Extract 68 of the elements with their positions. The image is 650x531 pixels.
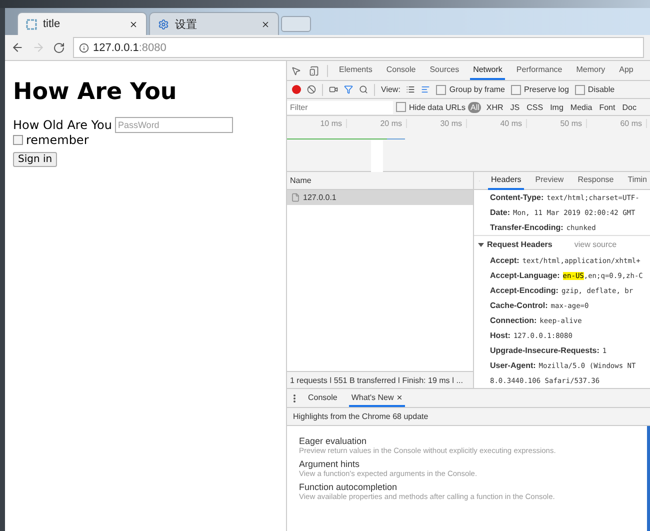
gear-icon [158,18,169,30]
checkbox-label: remember [26,133,89,147]
status-summary: 1 requests ǀ 551 B transferred ǀ Finish: 19 ms ǀ ... [287,371,473,388]
feature-title: Eager evaluation [299,436,368,446]
clear-icon[interactable] [307,85,316,94]
feature-title: Argument hints [299,459,361,469]
view-source-link[interactable]: view source [574,240,617,249]
inspect-icon[interactable] [291,66,301,76]
sign-in-button[interactable]: Sign in [13,152,58,167]
browser-tab[interactable]: title [17,12,147,35]
section-header[interactable]: Request Headers [478,240,552,249]
option-checkbox[interactable] [511,84,521,94]
time-tick-label: 20 ms [347,118,407,128]
request-row[interactable]: 127.0.0.1 [287,190,473,205]
back-icon[interactable] [11,41,24,54]
devtools-tab[interactable]: App [616,61,636,80]
filter-icon[interactable] [344,85,353,94]
type-filter-button[interactable]: XHR [484,102,506,112]
info-icon [79,42,89,52]
type-filter-button[interactable]: Media [568,102,594,112]
more-icon[interactable] [293,394,296,402]
type-filter-button[interactable]: All [468,102,482,112]
view-label: View: [381,85,400,94]
name-column-header: Name [287,172,473,190]
remember-checkbox[interactable] [13,135,23,145]
filter-field[interactable]: Filter [287,100,393,114]
address-bar[interactable]: 127.0.0.1:8080 [73,37,644,58]
devtools-tab[interactable]: Memory [573,61,608,80]
time-tick-label: 10 ms [287,118,347,128]
option-checkbox[interactable] [436,84,446,94]
record-button[interactable] [292,85,301,94]
devtools-tab[interactable]: Elements [336,61,376,80]
details-tab[interactable]: Preview [532,172,567,190]
type-filter-button[interactable]: Doc [620,102,638,112]
hide-data-urls-checkbox[interactable] [396,102,406,112]
drawer-tab[interactable]: Console [306,390,340,406]
search-icon[interactable] [359,85,368,94]
option-label: Hide data URLs [409,102,466,112]
page-heading: How Are You [13,79,178,105]
reload-icon[interactable] [53,42,65,54]
feature-title: Function autocompletion [299,482,398,492]
devtools-tab[interactable]: Performance [513,61,566,80]
highlights-banner: Highlights from the Chrome 68 update [287,408,650,426]
option-label: Preserve log [524,85,569,94]
type-filter-button[interactable]: Font [597,102,618,112]
device-icon[interactable] [309,66,319,76]
details-tab[interactable]: Timin [624,172,650,190]
time-tick-label: 30 ms [407,118,467,128]
browser-tab[interactable]: 设置 [149,12,279,35]
password-field[interactable]: PassWord [114,117,233,133]
time-tick-label: 60 ms [587,118,647,128]
waterfall-icon[interactable] [421,85,430,94]
devtools-tab[interactable]: Console [383,61,419,80]
list-icon[interactable] [406,85,416,94]
type-filter-button[interactable]: JS [508,102,522,112]
type-filter-button[interactable]: CSS [524,102,546,112]
field-label: How Old Are You [13,118,112,132]
time-tick-label: 40 ms [467,118,527,128]
option-label: Group by frame [449,85,505,94]
details-tab[interactable]: Headers [488,172,524,190]
time-tick-label: 50 ms [527,118,587,128]
camera-icon[interactable] [329,85,338,94]
devtools-tab[interactable]: Sources [426,61,462,80]
option-checkbox[interactable] [574,84,585,94]
option-label: Disable [588,85,615,94]
details-tab[interactable]: Response [574,172,617,190]
type-filter-button[interactable]: Img [548,102,566,112]
file-icon [291,193,300,202]
